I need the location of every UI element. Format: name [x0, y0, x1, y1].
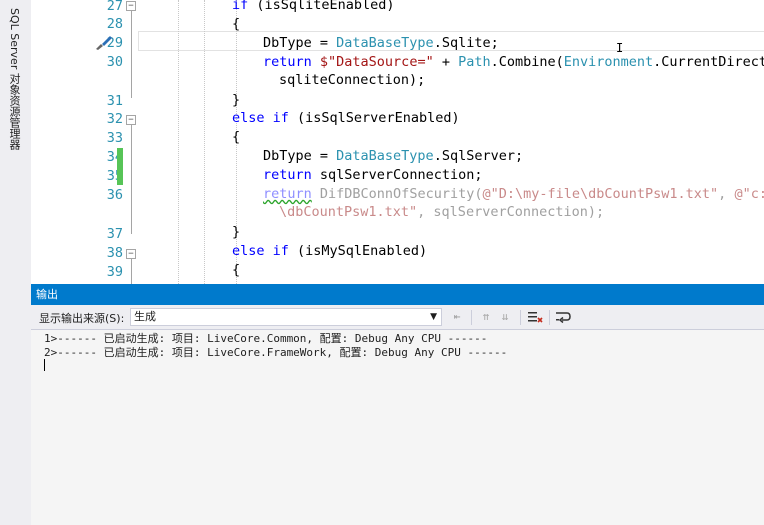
sql-server-object-explorer-tab[interactable]: SQL Server 对象资源管理器 [6, 8, 26, 158]
text-caret [44, 359, 45, 371]
clear-all-icon[interactable] [527, 310, 543, 324]
indent-guide [178, 0, 179, 284]
sql-server-object-explorer-label: SQL Server 对象资源管理器 [8, 8, 21, 150]
output-line: 2>------ 已启动生成: 项目: LiveCore.FrameWork, … [44, 346, 508, 359]
output-panel: 输出 显示输出来源(S): 生成 ▼ ⇤ ⇈ ⇊ 1>------ 已启动生成:… [31, 284, 764, 525]
output-source-value: 生成 [134, 310, 156, 323]
string-literal: @"c:\my [734, 186, 764, 202]
type-name: DataBaseType [336, 148, 434, 164]
toolbar-separator [471, 310, 472, 325]
find-message-icon[interactable]: ⇤ [449, 310, 465, 324]
code-text: DifDBConnOfSecurity( [311, 186, 483, 202]
line-number: 39 [106, 264, 123, 280]
code-line-27: if (isSqliteEnabled) [232, 0, 395, 13]
go-to-next-message-icon[interactable]: ⇊ [497, 310, 513, 324]
code-text: .Combine( [490, 54, 564, 70]
collapse-toggle-icon[interactable]: − [126, 115, 136, 125]
keyword: else if [232, 243, 289, 259]
line-number: 32 [106, 111, 123, 127]
type-name: Environment [563, 54, 654, 70]
outline-line [131, 259, 132, 284]
code-line-29: DbType = DataBaseType.Sqlite; [263, 35, 499, 51]
line-number: 38 [106, 245, 123, 261]
go-to-previous-message-icon[interactable]: ⇈ [478, 310, 494, 324]
code-line-35: return sqlServerConnection; [263, 167, 482, 183]
quick-action-brush-icon[interactable] [93, 35, 113, 51]
code-text: , sqlServerConnection); [417, 204, 605, 220]
string-literal: \dbCountPsw1.txt" [279, 204, 418, 220]
code-text: (isSqliteEnabled) [248, 0, 395, 13]
line-number: 30 [106, 54, 123, 70]
code-line-30-continued: sqliteConnection); [279, 72, 426, 88]
output-source-label: 显示输出来源(S): [39, 312, 125, 325]
code-text: DbType = [263, 148, 337, 164]
outline-line [131, 125, 132, 234]
code-line-30: return $"DataSource=" + Path.Combine(Env… [263, 54, 764, 70]
code-line-33: { [232, 129, 241, 145]
code-line-28: { [232, 16, 241, 32]
code-line-36-unreachable: return DifDBConnOfSecurity(@"D:\my-file\… [263, 186, 764, 202]
change-tracking-bar [117, 148, 123, 185]
code-text: .CurrentDirectory [653, 54, 764, 70]
code-text: (isSqlServerEnabled) [288, 110, 460, 126]
collapse-toggle-icon[interactable]: − [126, 1, 136, 11]
output-text-area[interactable]: 1>------ 已启动生成: 项目: LiveCore.Common, 配置:… [31, 330, 764, 525]
toggle-word-wrap-icon[interactable] [555, 310, 571, 324]
keyword: if [232, 0, 249, 13]
code-line-36-continued: \dbCountPsw1.txt", sqlServerConnection); [279, 204, 604, 220]
output-source-select[interactable]: 生成 ▼ [130, 308, 442, 326]
code-text: , [718, 186, 735, 202]
indent-guide [204, 0, 205, 284]
code-text: (isMySqlEnabled) [288, 243, 428, 259]
line-number: 33 [106, 130, 123, 146]
left-tool-strip: SQL Server 对象资源管理器 [0, 0, 32, 525]
code-line-32: else if (isSqlServerEnabled) [232, 110, 460, 126]
toolbar-separator [549, 310, 550, 325]
code-line-31: } [232, 92, 241, 108]
type-name: DataBaseType [336, 35, 434, 51]
line-number: 35 [106, 168, 123, 184]
code-editor[interactable]: 27 28 29 30 31 32 33 34 35 36 37 38 39 −… [31, 0, 764, 284]
type-name: Path [458, 54, 491, 70]
code-line-39: { [232, 262, 241, 278]
chevron-down-icon: ▼ [430, 312, 437, 322]
line-number: 28 [106, 16, 123, 32]
line-number: 36 [106, 187, 123, 203]
code-text: .SqlServer; [433, 148, 524, 164]
output-toolbar: 显示输出来源(S): 生成 ▼ ⇤ ⇈ ⇊ [31, 305, 764, 330]
code-line-38: else if (isMySqlEnabled) [232, 243, 427, 259]
keyword: return [263, 167, 312, 183]
text-cursor-ibeam-icon: I [616, 41, 624, 55]
keyword: return [263, 186, 312, 202]
collapse-toggle-icon[interactable]: − [126, 249, 136, 259]
code-text: .Sqlite; [433, 35, 499, 51]
string-literal: $"DataSource=" [311, 54, 434, 70]
keyword: else if [232, 110, 289, 126]
line-number: 27 [106, 0, 123, 14]
code-text: sqlServerConnection; [311, 167, 483, 183]
outline-line [131, 11, 132, 98]
output-panel-title[interactable]: 输出 [31, 284, 764, 305]
line-number: 34 [106, 149, 123, 165]
code-line-37: } [232, 224, 241, 240]
code-line-34: DbType = DataBaseType.SqlServer; [263, 148, 523, 164]
line-number: 31 [106, 93, 123, 109]
code-text: + [433, 54, 459, 70]
keyword: return [263, 54, 312, 70]
code-text: DbType = [263, 35, 337, 51]
string-literal: @"D:\my-file\dbCountPsw1.txt" [482, 186, 719, 202]
toolbar-separator [520, 310, 521, 325]
line-number: 37 [106, 226, 123, 242]
